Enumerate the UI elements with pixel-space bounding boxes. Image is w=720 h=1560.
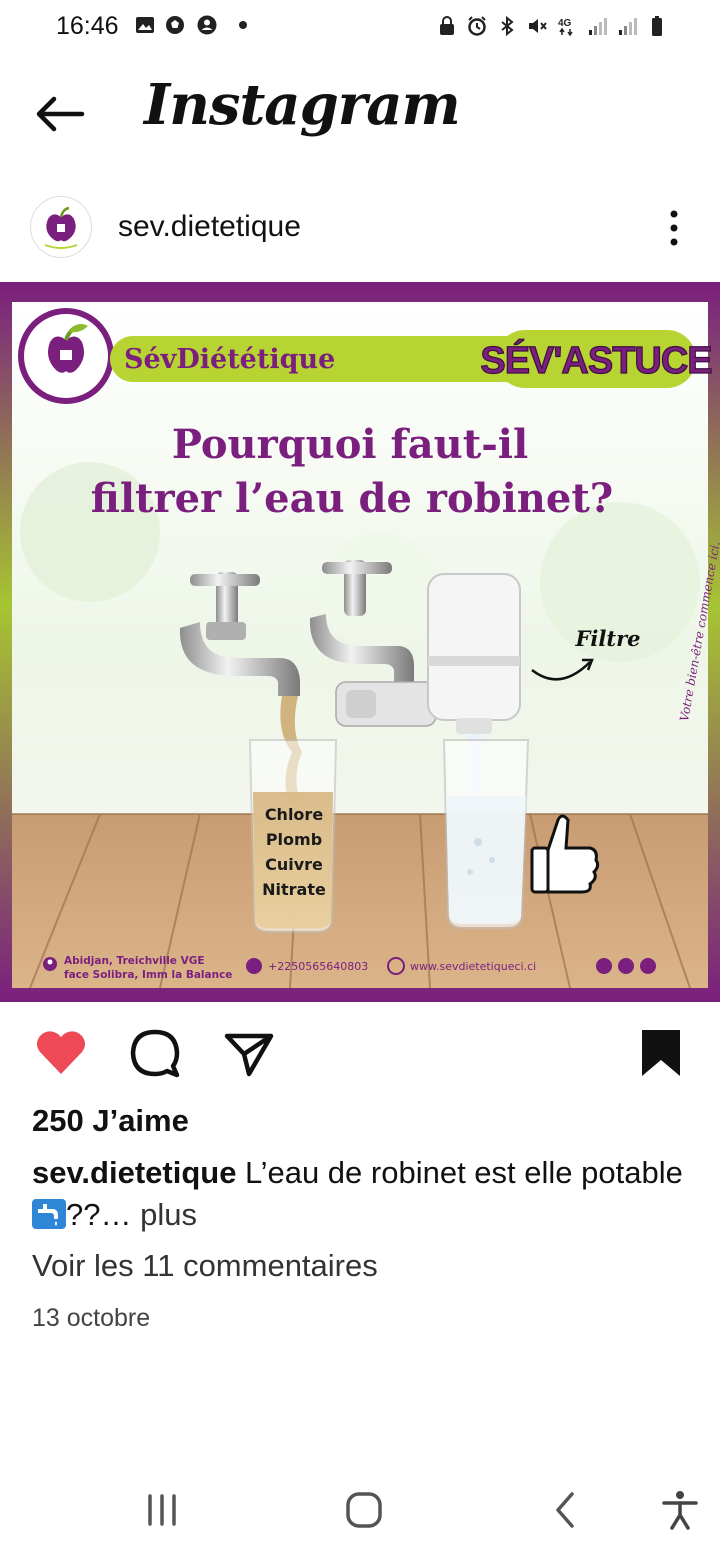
phone-number: +2250565640803 [268, 960, 368, 973]
soccer-ball-icon [166, 16, 184, 34]
tag-text: SÉV'ASTUCE [480, 338, 711, 382]
app-bar: Instagram [0, 56, 720, 176]
4g-icon: 4G [558, 18, 573, 37]
post-actions [0, 1020, 720, 1088]
status-icons: 4G [436, 12, 668, 40]
likes-count[interactable]: 250 J’aime [32, 1103, 189, 1139]
home-icon[interactable] [342, 1488, 386, 1532]
svg-text:4G: 4G [558, 18, 572, 29]
contaminant-nitrate: Nitrate [262, 880, 326, 899]
arrow-left-icon[interactable] [32, 92, 88, 136]
alarm-icon [468, 16, 486, 36]
caption-text: L’eau de robinet est elle potable [236, 1155, 683, 1190]
post-caption[interactable]: sev.dietetique L’eau de robinet est elle… [32, 1152, 692, 1236]
contaminant-cuivre: Cuivre [265, 855, 323, 874]
caption-line-2: ??… [66, 1197, 132, 1232]
water-tap-emoji-icon [32, 1199, 66, 1229]
status-bar: 16:46 4G [0, 0, 720, 56]
view-comments-link[interactable]: Voir les 11 commentaires [32, 1248, 378, 1284]
avatar[interactable] [30, 196, 92, 258]
send-icon[interactable] [222, 1028, 276, 1078]
system-nav-bar [0, 1468, 720, 1560]
lock-icon [440, 16, 454, 35]
accessibility-icon[interactable] [658, 1488, 702, 1532]
post-header: sev.dietetique [0, 190, 720, 270]
account-icon [197, 15, 217, 35]
post-username[interactable]: sev.dietetique [118, 210, 301, 244]
caption-username[interactable]: sev.dietetique [32, 1155, 236, 1190]
post-date: 13 octobre [32, 1304, 151, 1332]
heart-filled-icon[interactable] [34, 1028, 88, 1078]
status-time: 16:46 [56, 12, 119, 40]
address-line-2: face Solibra, Imm la Balance [64, 969, 232, 981]
gallery-icon [136, 17, 154, 33]
comment-icon[interactable] [128, 1028, 182, 1078]
filter-label: Filtre [575, 626, 641, 651]
battery-icon [652, 16, 662, 36]
address-line-1: Abidjan, Treichville VGE [64, 955, 205, 967]
signal-icon [619, 18, 637, 35]
apple-logo-icon [33, 199, 89, 255]
instagram-logo: Instagram [144, 72, 461, 138]
post-image[interactable]: SévDiététique SÉV'ASTUCE Pourquoi faut-i… [0, 282, 720, 1002]
brand-text: SévDiététique [124, 344, 335, 375]
more-vertical-icon[interactable] [660, 208, 688, 248]
contaminant-chlore: Chlore [265, 805, 324, 824]
bookmark-filled-icon[interactable] [634, 1028, 688, 1078]
post-illustration: SévDiététique SÉV'ASTUCE Pourquoi faut-i… [0, 282, 720, 1002]
contaminant-plomb: Plomb [266, 830, 322, 849]
signal-icon [589, 18, 607, 35]
recent-apps-icon[interactable] [140, 1488, 184, 1532]
headline-line-1: Pourquoi faut-il [172, 421, 528, 468]
bluetooth-icon [501, 15, 514, 37]
mute-icon [529, 19, 547, 33]
back-icon[interactable] [544, 1488, 588, 1532]
caption-more-link[interactable]: plus [131, 1197, 197, 1232]
website-url: www.sevdietetiqueci.ci [410, 960, 536, 973]
headline-line-2: filtrer l’eau de robinet? [91, 475, 613, 522]
clean-glass [442, 739, 530, 929]
dot-icon [239, 21, 247, 29]
